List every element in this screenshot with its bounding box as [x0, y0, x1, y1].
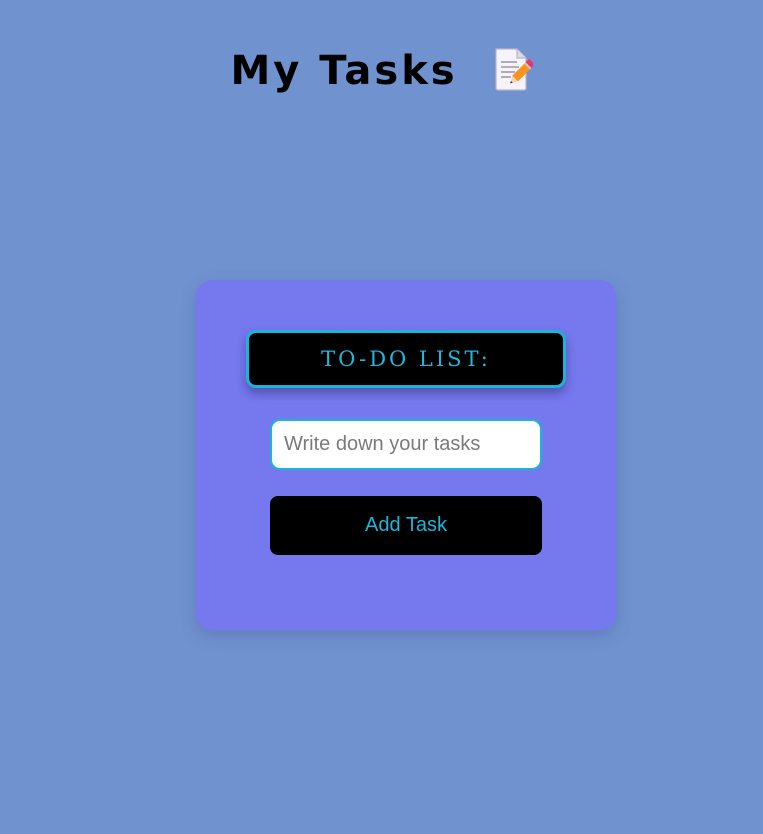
page-title: My Tasks — [0, 41, 763, 99]
page-title-text: My Tasks — [230, 47, 458, 94]
todo-card: TO-DO LIST: Add Task — [196, 280, 616, 630]
memo-icon — [493, 47, 535, 91]
add-task-button[interactable]: Add Task — [270, 496, 542, 555]
task-input[interactable] — [270, 419, 542, 470]
todo-list-heading: TO-DO LIST: — [246, 330, 566, 388]
